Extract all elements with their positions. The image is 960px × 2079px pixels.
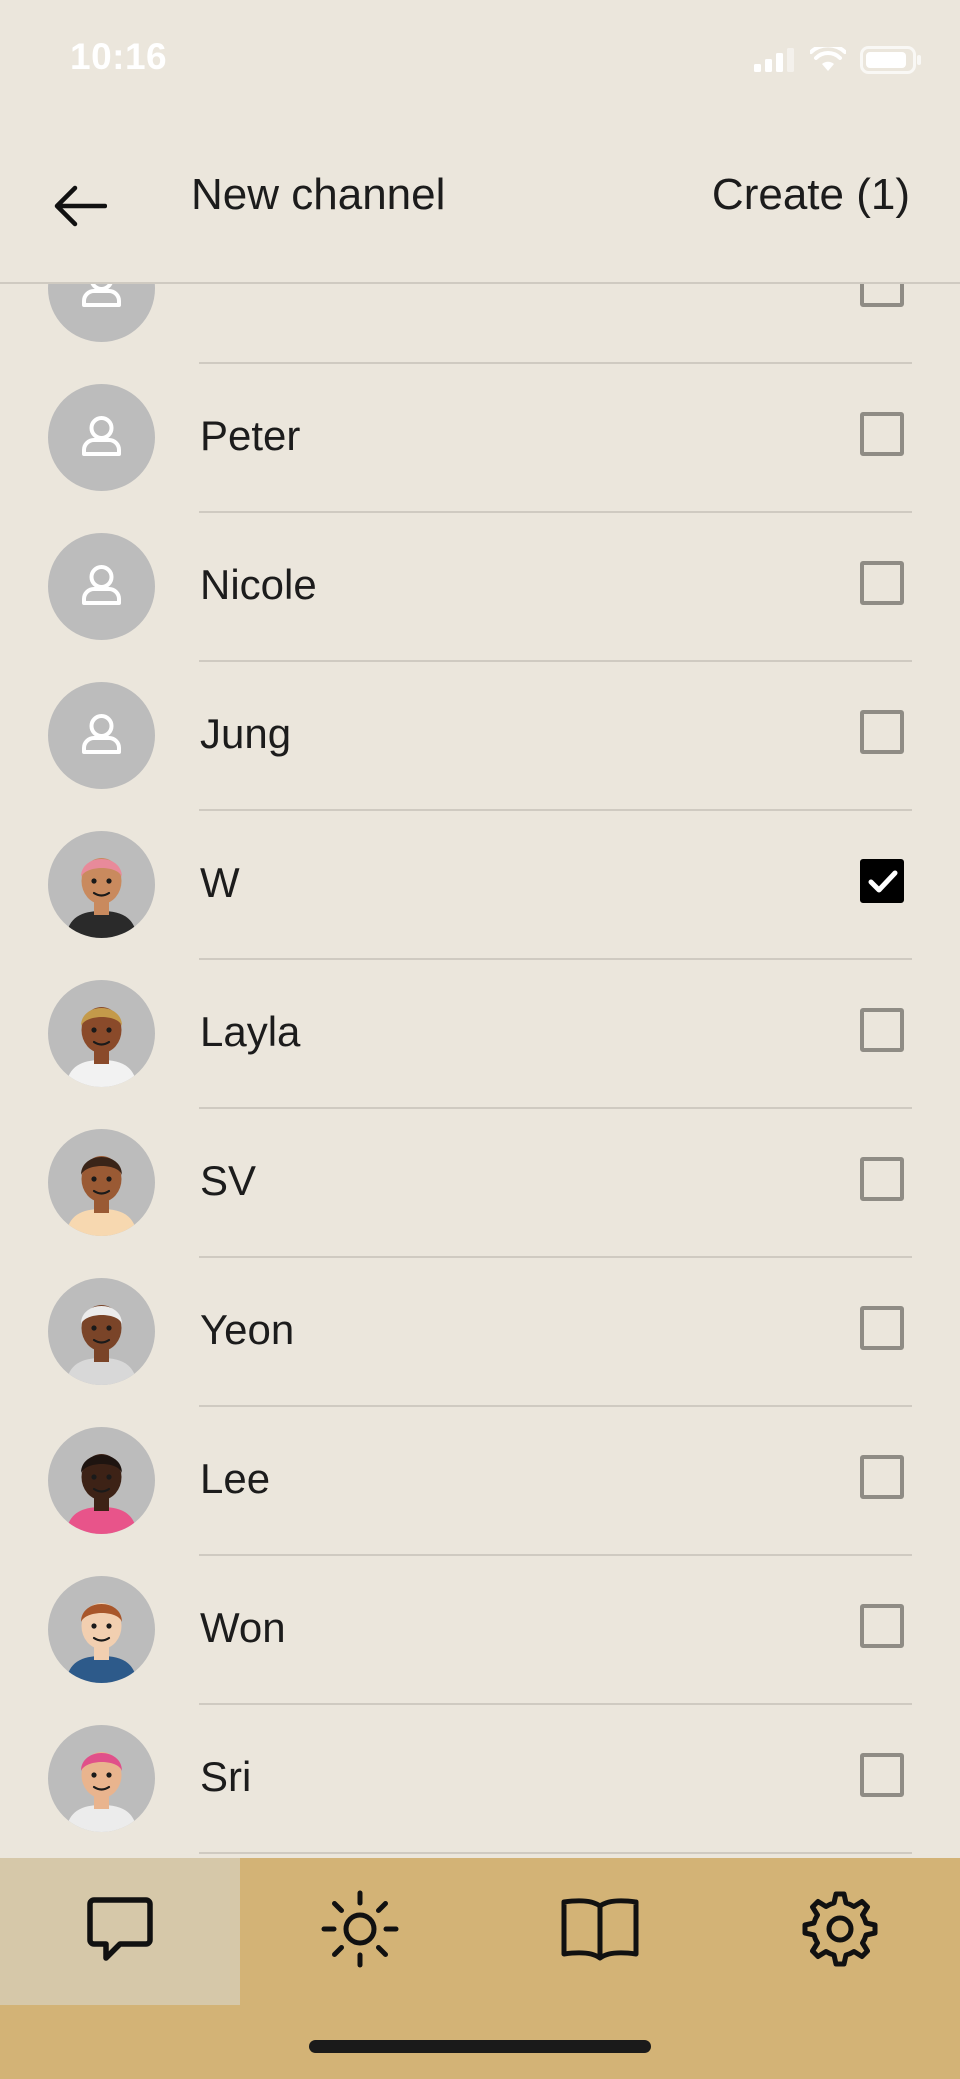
contact-row[interactable]: Lee [0,1405,960,1554]
avatar [48,980,155,1087]
contact-name: W [200,859,240,906]
contact-name: Peter [200,412,301,459]
row-divider [199,1703,912,1705]
top-bar: New channel Create (1) [0,118,960,284]
select-checkbox[interactable] [860,561,904,605]
contact-list-content: Peter Nicole Jung W Layla SV Yeon Lee Won Sri [0,284,960,1858]
select-checkbox[interactable] [860,1455,904,1499]
contact-name: Layla [200,1008,301,1055]
contact-name: Won [200,1604,286,1651]
row-divider [199,1107,912,1109]
row-divider [199,660,912,662]
row-divider [199,511,912,513]
select-checkbox[interactable] [860,284,904,307]
select-checkbox[interactable] [860,1157,904,1201]
contact-row[interactable]: Won [0,1554,960,1703]
contact-row[interactable] [0,284,960,362]
placeholder-avatar-icon [48,384,155,491]
back-button[interactable] [40,168,120,248]
row-divider [199,1405,912,1407]
status-time: 10:16 [70,36,168,77]
avatar [48,1278,155,1385]
signal-icon [754,48,796,77]
contact-row[interactable]: SV [0,1107,960,1256]
contact-name: Sri [200,1753,252,1800]
contact-name: Jung [200,710,292,757]
placeholder-avatar-icon [48,682,155,789]
avatar [48,1129,155,1236]
chat-icon [84,1894,156,1969]
tab-book[interactable] [480,1858,720,2005]
sun-icon [320,1889,400,1974]
row-divider [199,958,912,960]
select-checkbox[interactable] [860,1753,904,1797]
placeholder-avatar-icon [48,284,155,342]
tab-sun[interactable] [240,1858,480,2005]
placeholder-avatar-icon [48,533,155,640]
contact-row[interactable]: Jung [0,660,960,809]
contact-list[interactable]: Peter Nicole Jung W Layla SV Yeon Lee Won Sri [0,284,960,1858]
checkmark-icon [868,870,898,893]
contact-row[interactable]: Layla [0,958,960,1107]
contact-name: Yeon [200,1306,295,1353]
select-checkbox[interactable] [860,710,904,754]
row-divider [199,809,912,811]
status-icons [754,43,922,79]
arrow-left-icon [53,185,108,232]
avatar [48,1725,155,1832]
home-indicator[interactable] [309,2040,651,2053]
select-checkbox[interactable] [860,1008,904,1052]
select-checkbox[interactable] [860,1306,904,1350]
contact-name: Lee [200,1455,271,1502]
contact-row[interactable]: Nicole [0,511,960,660]
contact-name: Nicole [200,561,317,608]
row-divider [199,1256,912,1258]
contact-row[interactable]: Sri [0,1703,960,1852]
tab-chat[interactable] [0,1858,240,2005]
select-checkbox[interactable] [860,1604,904,1648]
gear-icon [801,1890,879,1973]
battery-icon [860,46,922,79]
status-bar: 10:16 [0,0,960,118]
row-divider [199,1852,912,1854]
contact-row[interactable]: W [0,809,960,958]
wifi-icon [809,43,847,78]
select-checkbox[interactable] [860,412,904,456]
avatar [48,1576,155,1683]
avatar [48,1427,155,1534]
contact-name: SV [200,1157,257,1204]
avatar [48,831,155,938]
tab-settings[interactable] [720,1858,960,2005]
contact-row[interactable]: Yeon [0,1256,960,1405]
page-title: New channel [191,170,446,219]
contact-row[interactable]: Peter [0,362,960,511]
create-button[interactable]: Create (1) [712,170,910,220]
row-divider [199,1554,912,1556]
select-checkbox[interactable] [860,859,904,903]
row-divider [199,362,912,364]
book-icon [560,1896,640,1967]
